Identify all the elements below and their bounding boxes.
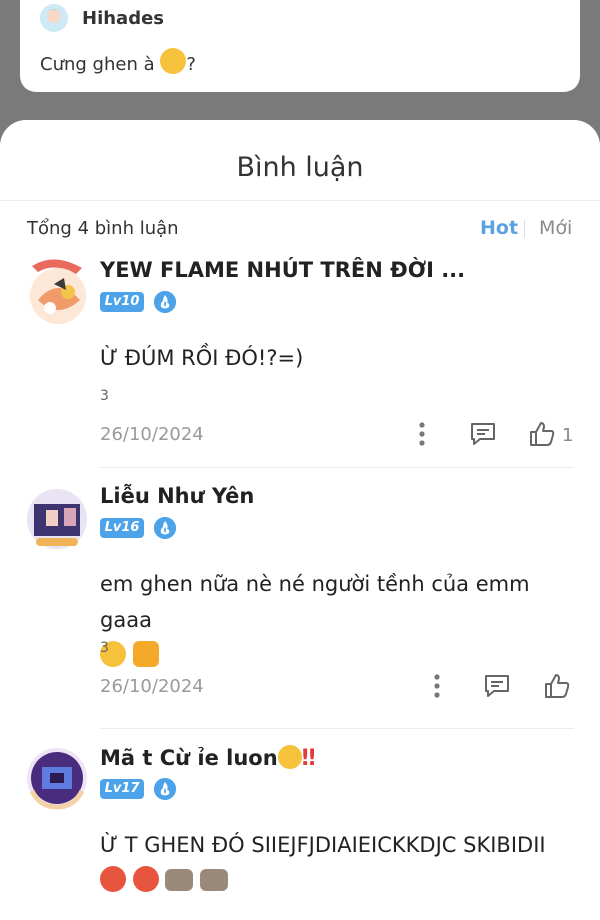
ox-emoji-icon (200, 869, 229, 891)
comment-icon[interactable] (483, 673, 511, 703)
comment-reply-count: 3 (100, 388, 109, 404)
thumbs-up-icon[interactable] (543, 672, 571, 704)
fist-emoji-icon (132, 641, 159, 667)
comment-text-body: em ghen nữa nè né người tềnh của emm gaa… (100, 572, 530, 632)
commenter-name[interactable]: Mã t Cừ ỉe luon ‼ (100, 745, 315, 771)
more-vertical-icon[interactable] (427, 673, 447, 703)
comments-sheet: Bình luận Tổng 4 bình luận Hot Mới YEW F… (0, 120, 600, 920)
comment-divider (100, 728, 574, 729)
tab-hot[interactable]: Hot (480, 217, 518, 239)
commenter-avatar[interactable] (24, 745, 88, 810)
crying-emoji-icon (277, 745, 302, 769)
comment-reply-count: 3 (100, 640, 109, 656)
commenter-avatar[interactable] (24, 256, 88, 324)
level-badge: Lv16 (100, 518, 144, 538)
comment-icon[interactable] (469, 421, 497, 451)
ox-emoji-icon (165, 869, 194, 891)
commenter-name[interactable]: YEW FLAME NHÚT TRÊN ĐỜI ... (100, 258, 465, 282)
more-vertical-icon[interactable] (412, 421, 432, 451)
post-author-name[interactable]: Hihades (82, 8, 164, 29)
post-text-body: Cưng ghen à (40, 54, 155, 75)
level-badge: Lv10 (100, 292, 144, 312)
comment-text-body: Ừ T GHEN ĐÓ SIIEJFJDIAIEICKKDJC SKIBIDII (100, 833, 546, 857)
commenter-avatar[interactable] (24, 484, 88, 549)
comment-date: 26/10/2024 (100, 676, 204, 697)
comment-text: Ừ ĐÚM RỒI ĐÓ!?=) (100, 346, 304, 370)
smirk-emoji-icon (160, 48, 187, 74)
flame-badge-icon (154, 778, 176, 800)
thumbs-up-icon[interactable] (528, 420, 556, 452)
tab-divider (524, 220, 525, 238)
comment-text: em ghen nữa nè né người tềnh của emm gaa… (100, 566, 580, 674)
flame-badge-icon (154, 291, 176, 313)
level-badge: Lv17 (100, 779, 144, 799)
comment-total: Tổng 4 bình luận (27, 218, 179, 239)
comment-text: Ừ T GHEN ĐÓ SIIEJFJDIAIEICKKDJC SKIBIDII (100, 827, 580, 899)
commenter-name-text: Mã t Cừ ỉe luon (100, 746, 278, 770)
flame-badge-icon (154, 517, 176, 539)
like-count: 1 (562, 425, 574, 446)
commenter-name[interactable]: Liễu Như Yên (100, 484, 254, 508)
post-text-suffix: ? (186, 54, 196, 75)
sheet-title: Bình luận (236, 152, 364, 183)
tab-new[interactable]: Mới (539, 217, 572, 239)
comment-date: 26/10/2024 (100, 424, 204, 445)
divider (0, 200, 600, 201)
double-exclamation-icon: ‼ (301, 746, 316, 771)
post-card[interactable]: Hihades Cưng ghen à ? (20, 0, 580, 92)
comment-divider (100, 467, 574, 468)
post-author-avatar[interactable] (40, 4, 68, 32)
angry-emoji-icon (100, 866, 126, 892)
post-text: Cưng ghen à ? (40, 48, 196, 75)
angry-emoji-icon (132, 866, 159, 892)
